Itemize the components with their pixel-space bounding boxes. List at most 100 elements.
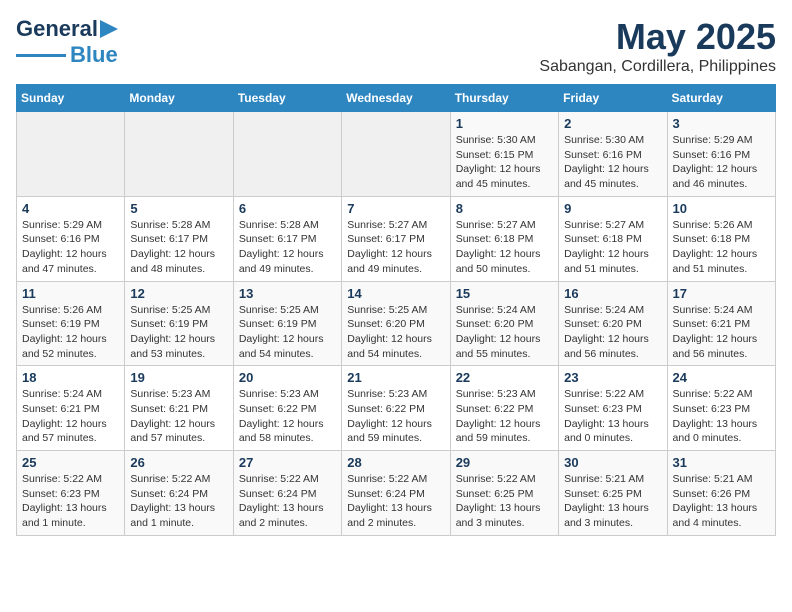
day-info: Sunrise: 5:22 AM Sunset: 6:23 PM Dayligh… <box>22 472 119 531</box>
weekday-header: Monday <box>125 85 233 112</box>
day-number: 18 <box>22 370 119 385</box>
day-number: 8 <box>456 201 553 216</box>
day-info: Sunrise: 5:25 AM Sunset: 6:19 PM Dayligh… <box>239 303 336 362</box>
calendar-cell: 20 Sunrise: 5:23 AM Sunset: 6:22 PM Dayli… <box>233 366 341 451</box>
weekday-header: Wednesday <box>342 85 450 112</box>
calendar-cell: 13 Sunrise: 5:25 AM Sunset: 6:19 PM Dayli… <box>233 281 341 366</box>
day-number: 27 <box>239 455 336 470</box>
day-number: 13 <box>239 286 336 301</box>
day-number: 15 <box>456 286 553 301</box>
day-number: 12 <box>130 286 227 301</box>
calendar-cell: 23 Sunrise: 5:22 AM Sunset: 6:23 PM Dayli… <box>559 366 667 451</box>
day-number: 24 <box>673 370 770 385</box>
calendar-week-row: 4 Sunrise: 5:29 AM Sunset: 6:16 PM Daylig… <box>17 196 776 281</box>
day-info: Sunrise: 5:22 AM Sunset: 6:25 PM Dayligh… <box>456 472 553 531</box>
day-number: 11 <box>22 286 119 301</box>
day-info: Sunrise: 5:27 AM Sunset: 6:18 PM Dayligh… <box>456 218 553 277</box>
day-info: Sunrise: 5:22 AM Sunset: 6:23 PM Dayligh… <box>564 387 661 446</box>
weekday-header: Sunday <box>17 85 125 112</box>
calendar-cell: 9 Sunrise: 5:27 AM Sunset: 6:18 PM Daylig… <box>559 196 667 281</box>
calendar-cell: 30 Sunrise: 5:21 AM Sunset: 6:25 PM Dayli… <box>559 451 667 536</box>
day-number: 31 <box>673 455 770 470</box>
day-number: 25 <box>22 455 119 470</box>
day-info: Sunrise: 5:21 AM Sunset: 6:25 PM Dayligh… <box>564 472 661 531</box>
day-info: Sunrise: 5:29 AM Sunset: 6:16 PM Dayligh… <box>22 218 119 277</box>
weekday-header: Thursday <box>450 85 558 112</box>
calendar-cell: 3Sunrise: 5:29 AM Sunset: 6:16 PM Daylig… <box>667 112 775 197</box>
day-info: Sunrise: 5:23 AM Sunset: 6:21 PM Dayligh… <box>130 387 227 446</box>
day-info: Sunrise: 5:23 AM Sunset: 6:22 PM Dayligh… <box>347 387 444 446</box>
day-number: 1 <box>456 116 553 131</box>
calendar-week-row: 18 Sunrise: 5:24 AM Sunset: 6:21 PM Dayli… <box>17 366 776 451</box>
logo-blue: Blue <box>70 42 118 68</box>
day-number: 10 <box>673 201 770 216</box>
calendar-cell: 19 Sunrise: 5:23 AM Sunset: 6:21 PM Dayli… <box>125 366 233 451</box>
calendar-cell: 11 Sunrise: 5:26 AM Sunset: 6:19 PM Dayli… <box>17 281 125 366</box>
calendar-cell: 18 Sunrise: 5:24 AM Sunset: 6:21 PM Dayli… <box>17 366 125 451</box>
logo-arrow-icon <box>100 20 118 38</box>
day-number: 26 <box>130 455 227 470</box>
logo: General Blue <box>16 16 118 68</box>
calendar-cell: 21Sunrise: 5:23 AM Sunset: 6:22 PM Dayli… <box>342 366 450 451</box>
day-number: 9 <box>564 201 661 216</box>
page-header: General Blue May 2025 Sabangan, Cordille… <box>16 16 776 76</box>
logo-general: General <box>16 16 98 42</box>
calendar-cell <box>125 112 233 197</box>
calendar-cell: 5 Sunrise: 5:28 AM Sunset: 6:17 PM Daylig… <box>125 196 233 281</box>
day-number: 6 <box>239 201 336 216</box>
day-info: Sunrise: 5:26 AM Sunset: 6:18 PM Dayligh… <box>673 218 770 277</box>
day-number: 16 <box>564 286 661 301</box>
calendar-week-row: 1Sunrise: 5:30 AM Sunset: 6:15 PM Daylig… <box>17 112 776 197</box>
weekday-header: Friday <box>559 85 667 112</box>
calendar-cell: 2 Sunrise: 5:30 AM Sunset: 6:16 PM Daylig… <box>559 112 667 197</box>
calendar-cell: 16 Sunrise: 5:24 AM Sunset: 6:20 PM Dayli… <box>559 281 667 366</box>
day-number: 23 <box>564 370 661 385</box>
day-number: 4 <box>22 201 119 216</box>
day-number: 17 <box>673 286 770 301</box>
calendar-table: SundayMondayTuesdayWednesdayThursdayFrid… <box>16 84 776 536</box>
day-number: 5 <box>130 201 227 216</box>
calendar-header-row: SundayMondayTuesdayWednesdayThursdayFrid… <box>17 85 776 112</box>
calendar-cell: 25 Sunrise: 5:22 AM Sunset: 6:23 PM Dayli… <box>17 451 125 536</box>
calendar-cell: 8 Sunrise: 5:27 AM Sunset: 6:18 PM Daylig… <box>450 196 558 281</box>
day-info: Sunrise: 5:26 AM Sunset: 6:19 PM Dayligh… <box>22 303 119 362</box>
day-number: 20 <box>239 370 336 385</box>
day-info: Sunrise: 5:28 AM Sunset: 6:17 PM Dayligh… <box>130 218 227 277</box>
day-number: 19 <box>130 370 227 385</box>
day-info: Sunrise: 5:24 AM Sunset: 6:21 PM Dayligh… <box>22 387 119 446</box>
calendar-cell: 26 Sunrise: 5:22 AM Sunset: 6:24 PM Dayli… <box>125 451 233 536</box>
calendar-cell: 1Sunrise: 5:30 AM Sunset: 6:15 PM Daylig… <box>450 112 558 197</box>
day-info: Sunrise: 5:30 AM Sunset: 6:16 PM Dayligh… <box>564 133 661 192</box>
calendar-cell: 12Sunrise: 5:25 AM Sunset: 6:19 PM Dayli… <box>125 281 233 366</box>
day-info: Sunrise: 5:21 AM Sunset: 6:26 PM Dayligh… <box>673 472 770 531</box>
day-info: Sunrise: 5:23 AM Sunset: 6:22 PM Dayligh… <box>456 387 553 446</box>
day-info: Sunrise: 5:25 AM Sunset: 6:20 PM Dayligh… <box>347 303 444 362</box>
day-info: Sunrise: 5:24 AM Sunset: 6:20 PM Dayligh… <box>564 303 661 362</box>
day-info: Sunrise: 5:23 AM Sunset: 6:22 PM Dayligh… <box>239 387 336 446</box>
calendar-cell: 10 Sunrise: 5:26 AM Sunset: 6:18 PM Dayli… <box>667 196 775 281</box>
calendar-cell <box>342 112 450 197</box>
day-number: 29 <box>456 455 553 470</box>
calendar-week-row: 25 Sunrise: 5:22 AM Sunset: 6:23 PM Dayli… <box>17 451 776 536</box>
day-info: Sunrise: 5:22 AM Sunset: 6:24 PM Dayligh… <box>239 472 336 531</box>
weekday-header: Tuesday <box>233 85 341 112</box>
day-number: 2 <box>564 116 661 131</box>
weekday-header: Saturday <box>667 85 775 112</box>
calendar-cell: 27 Sunrise: 5:22 AM Sunset: 6:24 PM Dayli… <box>233 451 341 536</box>
day-info: Sunrise: 5:24 AM Sunset: 6:20 PM Dayligh… <box>456 303 553 362</box>
day-info: Sunrise: 5:28 AM Sunset: 6:17 PM Dayligh… <box>239 218 336 277</box>
calendar-week-row: 11 Sunrise: 5:26 AM Sunset: 6:19 PM Dayli… <box>17 281 776 366</box>
calendar-cell: 22Sunrise: 5:23 AM Sunset: 6:22 PM Dayli… <box>450 366 558 451</box>
day-number: 28 <box>347 455 444 470</box>
day-number: 30 <box>564 455 661 470</box>
page-title: May 2025 <box>539 16 776 58</box>
calendar-cell <box>233 112 341 197</box>
calendar-cell: 6 Sunrise: 5:28 AM Sunset: 6:17 PM Daylig… <box>233 196 341 281</box>
calendar-cell: 31 Sunrise: 5:21 AM Sunset: 6:26 PM Dayli… <box>667 451 775 536</box>
day-info: Sunrise: 5:22 AM Sunset: 6:23 PM Dayligh… <box>673 387 770 446</box>
day-number: 7 <box>347 201 444 216</box>
day-info: Sunrise: 5:27 AM Sunset: 6:18 PM Dayligh… <box>564 218 661 277</box>
title-block: May 2025 Sabangan, Cordillera, Philippin… <box>539 16 776 76</box>
day-info: Sunrise: 5:22 AM Sunset: 6:24 PM Dayligh… <box>130 472 227 531</box>
day-info: Sunrise: 5:29 AM Sunset: 6:16 PM Dayligh… <box>673 133 770 192</box>
